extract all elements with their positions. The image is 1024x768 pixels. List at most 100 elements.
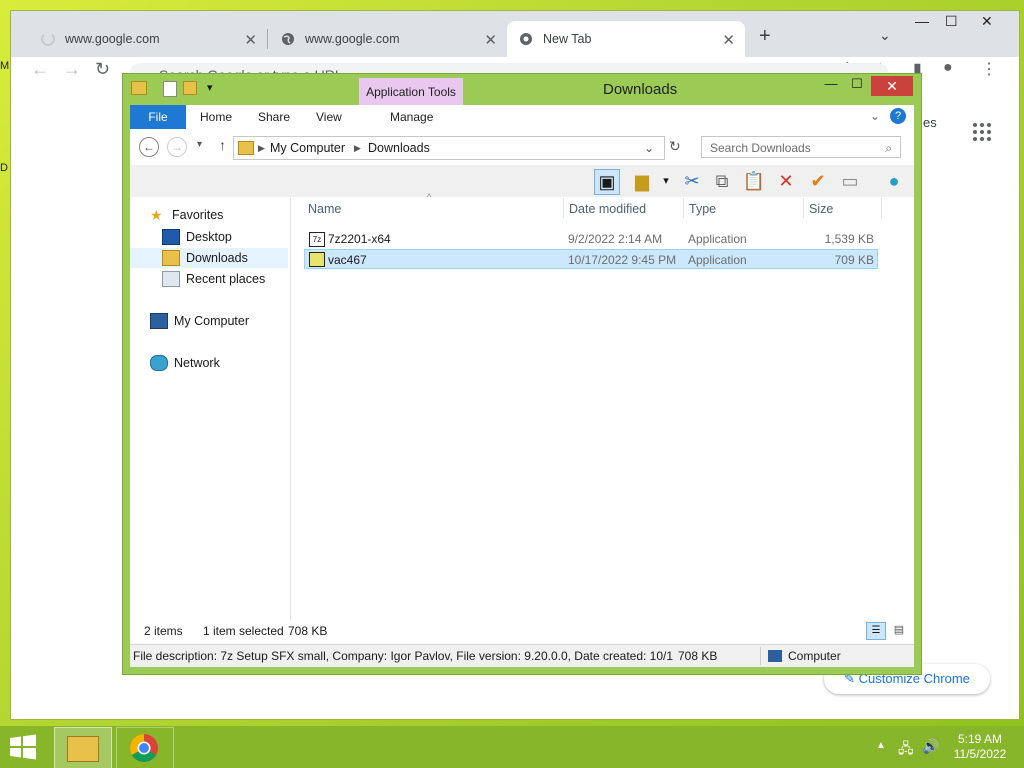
profile-avatar-icon[interactable]: ● <box>943 59 953 77</box>
rename-icon[interactable]: ▭ <box>838 169 862 193</box>
search-input[interactable]: Search Downloads ⌕ <box>701 136 901 158</box>
tab-search-chevron-icon[interactable]: ⌄ <box>879 27 891 44</box>
star-icon: ★ <box>150 207 163 223</box>
cut-icon[interactable]: ✂ <box>680 169 704 193</box>
google-apps-icon[interactable] <box>973 123 993 143</box>
clock-time: 5:19 AM <box>957 732 1003 746</box>
downloads-folder-icon <box>162 250 180 266</box>
refresh-icon[interactable]: ↻ <box>669 138 681 155</box>
nav-desktop[interactable]: Desktop <box>162 229 232 245</box>
column-separator[interactable] <box>803 198 804 218</box>
breadcrumb-my-computer[interactable]: My Computer <box>270 137 345 159</box>
file-date: 10/17/2022 9:45 PM <box>568 253 677 267</box>
nav-favorites[interactable]: ★ Favorites <box>150 208 223 222</box>
chrome-tab-1[interactable]: www.google.com ✕ <box>29 21 267 57</box>
delete-icon[interactable]: ✕ <box>774 169 798 193</box>
breadcrumb-separator-icon: ▶ <box>258 143 265 153</box>
column-header-size[interactable]: Size <box>809 202 833 216</box>
network-status-icon[interactable]: 🖧 <box>898 738 914 762</box>
file-size: 1,539 KB <box>824 232 874 246</box>
windows-logo-icon <box>10 734 36 760</box>
tab-view[interactable]: View <box>306 105 352 129</box>
new-tab-button[interactable]: + <box>759 25 771 48</box>
up-arrow-icon[interactable]: ↑ <box>219 137 226 153</box>
desktop-icon-label-fragment: M <box>0 60 10 72</box>
explorer-window: ▾ Application Tools Downloads — ☐ ✕ File… <box>122 73 922 675</box>
forward-icon[interactable]: → <box>167 137 187 157</box>
volume-icon[interactable]: 🔊 <box>922 738 939 755</box>
file-type: Application <box>688 232 747 246</box>
start-button[interactable] <box>8 734 38 760</box>
column-header-name[interactable]: Name <box>308 202 341 216</box>
quick-access-properties-icon[interactable] <box>163 81 177 97</box>
minimize-button[interactable]: — <box>819 76 843 91</box>
close-tab-icon[interactable]: ✕ <box>722 31 735 49</box>
file-row-selected[interactable]: vac467 10/17/2022 9:45 PM Application 70… <box>304 249 878 269</box>
reload-icon[interactable]: ↻ <box>95 59 110 80</box>
column-separator[interactable] <box>683 198 684 218</box>
show-hidden-icons-arrow-icon[interactable]: ▲ <box>876 740 886 751</box>
help-icon[interactable]: ? <box>890 108 906 124</box>
close-tab-icon[interactable]: ✕ <box>244 31 257 49</box>
chrome-tab-2[interactable]: www.google.com ✕ <box>269 21 507 57</box>
copy-icon[interactable]: ⧉ <box>710 169 734 193</box>
chrome-menu-icon[interactable]: ⋮ <box>981 59 997 79</box>
nav-downloads[interactable]: Downloads <box>162 250 248 266</box>
column-separator[interactable] <box>881 198 882 218</box>
address-dropdown-icon[interactable]: ⌄ <box>644 137 654 159</box>
tab-title: New Tab <box>543 32 592 46</box>
quick-access-new-folder-icon[interactable] <box>183 81 197 95</box>
forward-icon[interactable]: → <box>63 59 81 80</box>
details-view-icon[interactable]: ☰ <box>866 622 886 640</box>
application-tools-contextual-tab: Application Tools <box>359 78 463 106</box>
dropdown-arrow-icon[interactable]: ▾ <box>654 169 678 193</box>
preview-pane-icon[interactable]: ▣ <box>594 169 620 195</box>
close-tab-icon[interactable]: ✕ <box>484 31 497 49</box>
large-icons-view-icon[interactable]: ▤ <box>890 622 908 638</box>
breadcrumb-downloads[interactable]: Downloads <box>368 137 430 159</box>
nav-network[interactable]: Network <box>150 355 220 371</box>
quick-access-dropdown-icon[interactable]: ▾ <box>207 81 213 94</box>
detail-separator <box>760 647 761 665</box>
tab-file[interactable]: File <box>130 105 186 129</box>
paste-icon[interactable]: 📋 <box>742 169 766 193</box>
globe-icon[interactable]: ● <box>882 169 906 193</box>
back-icon[interactable]: ← <box>139 137 159 157</box>
maximize-button[interactable]: ☐ <box>945 13 958 30</box>
globe-icon <box>282 33 294 45</box>
taskbar-chrome[interactable] <box>116 727 174 768</box>
column-header-date[interactable]: Date modified <box>569 202 646 216</box>
nav-recent-places[interactable]: Recent places <box>162 271 265 287</box>
chrome-tab-3[interactable]: New Tab ✕ <box>507 21 745 57</box>
address-bar[interactable]: ▶ My Computer ▶ Downloads ⌄ <box>233 136 665 160</box>
nav-my-computer[interactable]: My Computer <box>150 313 249 329</box>
checkmark-icon[interactable]: ✔ <box>806 169 830 193</box>
system-clock[interactable]: 5:19 AM 11/5/2022 <box>950 732 1010 762</box>
tab-share[interactable]: Share <box>248 105 300 129</box>
column-header-type[interactable]: Type <box>689 202 716 216</box>
recent-locations-chevron-icon[interactable]: ▾ <box>197 139 202 150</box>
folder-icon <box>238 141 254 155</box>
computer-icon <box>150 313 168 329</box>
details-bar: File description: 7z Setup SFX small, Co… <box>130 644 914 667</box>
close-button[interactable]: ✕ <box>871 76 913 96</box>
command-bar: ▣ ▆ ▾ ✂ ⧉ 📋 ✕ ✔ ▭ ● <box>130 165 914 197</box>
file-row[interactable]: 7z 7z2201-x64 9/2/2022 2:14 AM Applicati… <box>304 229 878 249</box>
title-bar: ▾ Application Tools Downloads — ☐ ✕ <box>123 74 921 106</box>
page-text-fragment: es <box>923 115 937 130</box>
maximize-button[interactable]: ☐ <box>845 76 869 92</box>
search-placeholder: Search Downloads <box>710 141 811 155</box>
expand-ribbon-chevron-icon[interactable]: ⌄ <box>870 109 880 123</box>
tab-home[interactable]: Home <box>190 105 242 129</box>
column-separator[interactable] <box>563 198 564 218</box>
close-button[interactable]: ✕ <box>981 13 993 30</box>
tab-manage[interactable]: Manage <box>380 105 443 129</box>
minimize-button[interactable]: — <box>915 13 929 29</box>
select-folder-icon[interactable]: ▆ <box>630 169 654 193</box>
clock-date: 11/5/2022 <box>953 747 1007 761</box>
taskbar-file-explorer[interactable] <box>54 727 112 768</box>
chrome-logo-icon <box>130 734 158 762</box>
loading-spinner-icon <box>41 32 55 46</box>
tab-divider <box>267 29 268 49</box>
back-icon[interactable]: ← <box>31 59 49 80</box>
